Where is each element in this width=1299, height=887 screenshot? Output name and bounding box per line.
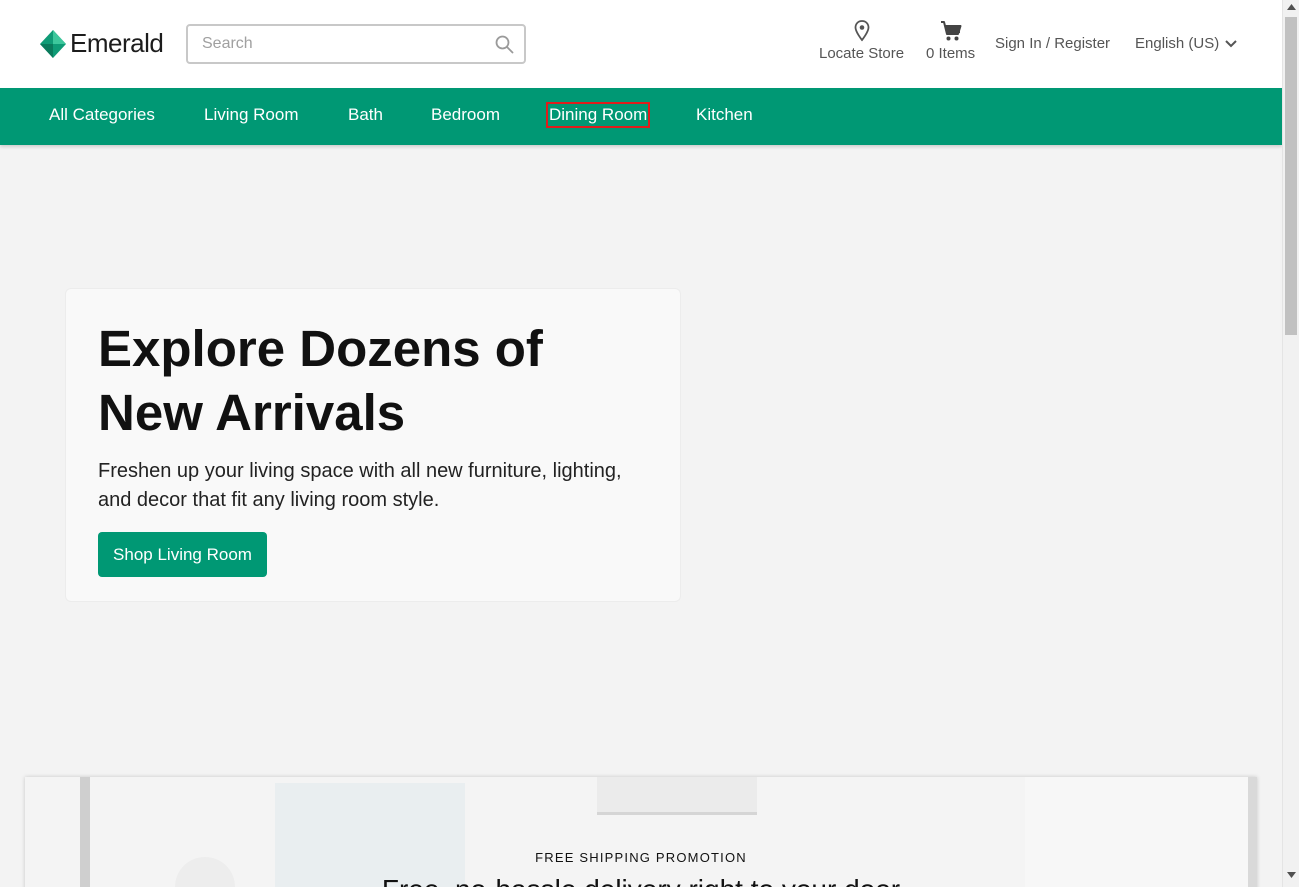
promo-kicker: FREE SHIPPING PROMOTION: [535, 850, 747, 865]
map-pin-icon: [854, 20, 869, 42]
logo[interactable]: Emerald: [40, 28, 164, 59]
promo-background-shape: [1025, 777, 1257, 887]
cart-count-label: 0 Items: [926, 45, 976, 62]
promo-banner: FREE SHIPPING PROMOTION Free, no-hassle …: [25, 777, 1257, 887]
scroll-up-arrow-icon[interactable]: [1287, 4, 1296, 10]
promo-background-shape: [1248, 777, 1257, 887]
promo-background-shape: [80, 777, 90, 887]
site-header: Emerald Locate Store 0 Items Sign In / R…: [0, 0, 1282, 88]
shop-living-room-button[interactable]: Shop Living Room: [98, 532, 267, 577]
nav-item-kitchen[interactable]: Kitchen: [696, 105, 753, 125]
logo-text: Emerald: [70, 28, 164, 58]
shopping-cart-icon: [940, 21, 962, 41]
scrollbar-thumb[interactable]: [1285, 17, 1297, 335]
emerald-diamond-icon: [40, 29, 66, 58]
cart-link[interactable]: 0 Items: [926, 20, 975, 62]
category-nav: All Categories Living Room Bath Bedroom …: [0, 88, 1282, 145]
chevron-down-icon: [1225, 39, 1237, 47]
locate-store-label: Locate Store: [819, 45, 905, 62]
hero-description: Freshen up your living space with all ne…: [98, 460, 622, 511]
nav-item-bath[interactable]: Bath: [348, 105, 383, 125]
hero-title: Explore Dozens of New Arrivals: [98, 320, 543, 441]
hero-card: Explore Dozens of New Arrivals Freshen u…: [65, 288, 681, 602]
promo-background-shape: [597, 777, 757, 815]
nav-item-bedroom[interactable]: Bedroom: [431, 105, 500, 125]
locate-store-link[interactable]: Locate Store: [819, 20, 904, 62]
search-input[interactable]: [188, 26, 478, 62]
promo-background-shape: [275, 783, 465, 887]
search-icon[interactable]: [495, 35, 514, 54]
nav-item-all-categories[interactable]: All Categories: [49, 105, 155, 125]
search-box[interactable]: [186, 24, 526, 64]
nav-item-living-room[interactable]: Living Room: [204, 105, 299, 125]
nav-item-dining-room[interactable]: Dining Room: [545, 102, 651, 128]
language-label: English (US): [1135, 35, 1220, 52]
language-selector[interactable]: English (US): [1135, 35, 1237, 52]
promo-headline: Free, no-hassle delivery right to your d…: [25, 874, 1257, 887]
page-scrollbar[interactable]: [1282, 0, 1299, 887]
scroll-down-arrow-icon[interactable]: [1287, 872, 1296, 878]
sign-in-register-link[interactable]: Sign In / Register: [995, 35, 1110, 52]
